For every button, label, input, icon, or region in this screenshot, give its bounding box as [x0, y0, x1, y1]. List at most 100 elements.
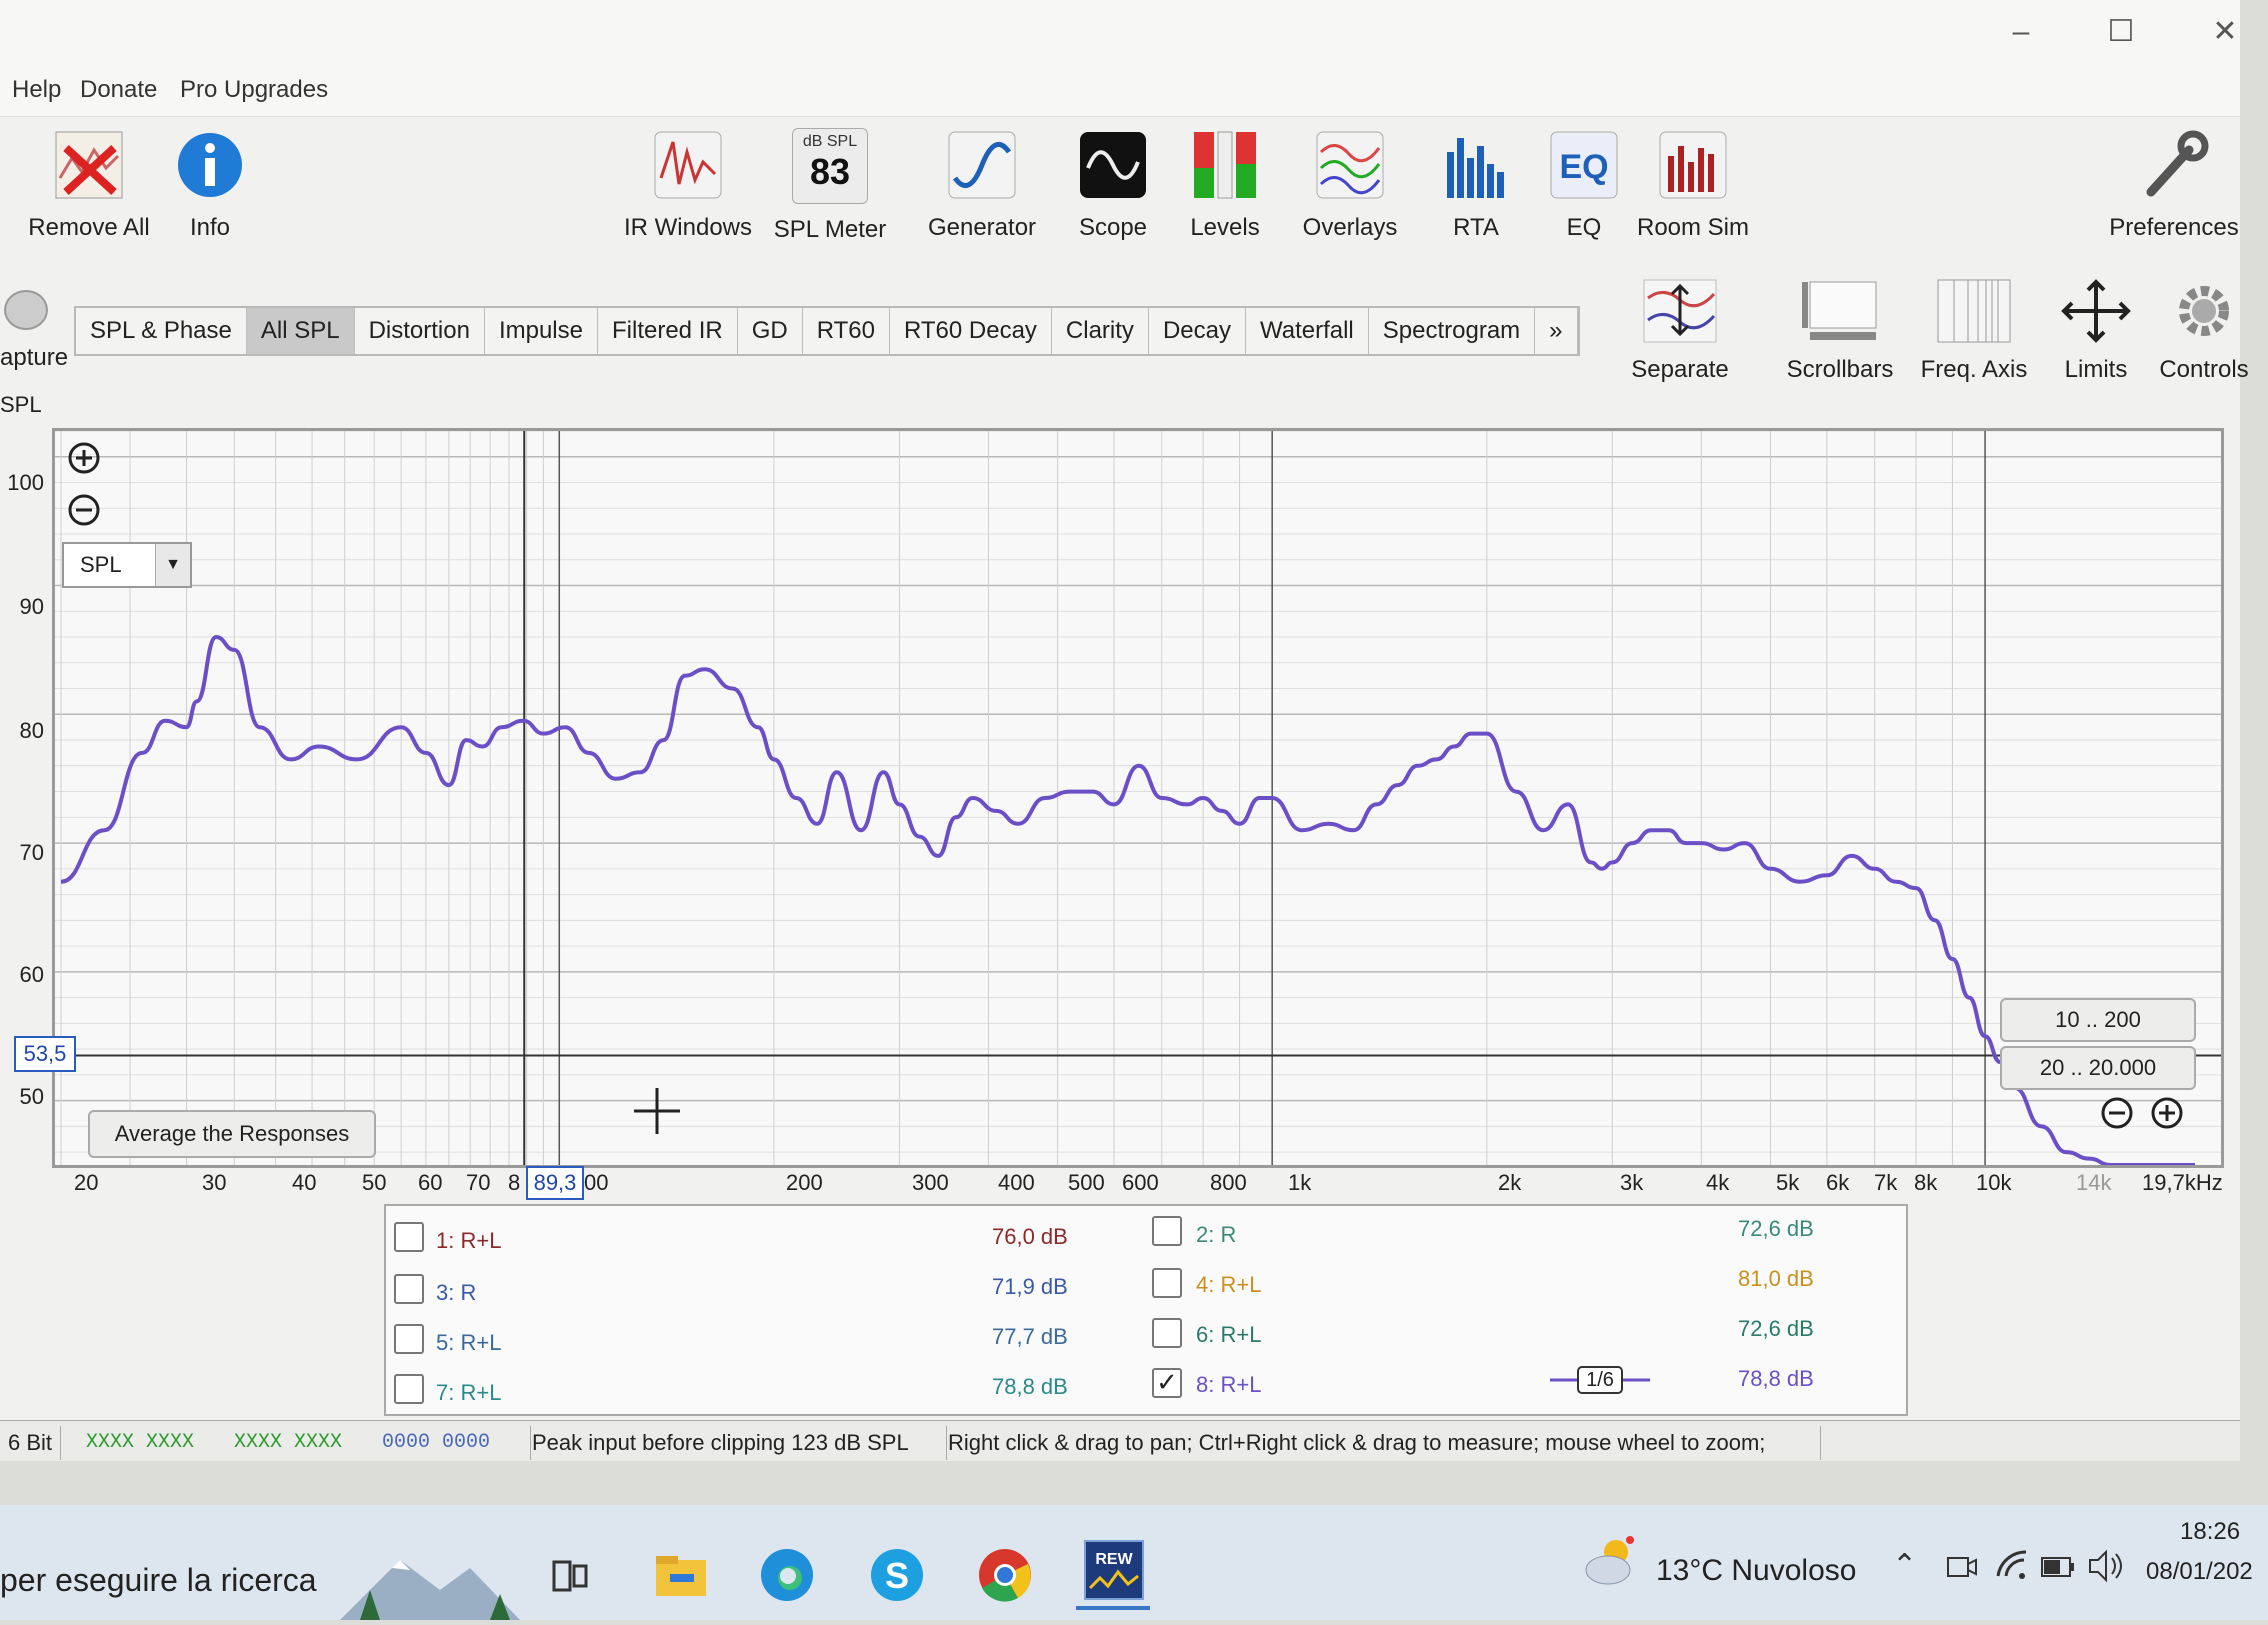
- weather-text[interactable]: 13°C Nuvoloso: [1656, 1554, 1856, 1588]
- measurement-3-name: 3: R: [436, 1280, 477, 1305]
- x-tick: 14k: [2076, 1170, 2112, 1195]
- controls-gear-icon: [2164, 276, 2244, 346]
- maximize-button[interactable]: ☐: [2096, 12, 2146, 52]
- zoom-out-icon[interactable]: [66, 492, 102, 533]
- menu-donate[interactable]: Donate: [80, 76, 157, 104]
- room-sim-icon: [1656, 128, 1730, 202]
- rew-taskbar-icon[interactable]: REW: [1084, 1540, 1144, 1600]
- measurement-3-value: 71,9 dB: [992, 1274, 1068, 1299]
- measurement-2-value: 72,6 dB: [1738, 1216, 1814, 1241]
- measurement-7-checkbox[interactable]: [394, 1374, 424, 1404]
- x-tick: 5k: [1776, 1170, 1800, 1195]
- scope-label: Scope: [1078, 214, 1148, 241]
- measurement-6-checkbox[interactable]: [1152, 1318, 1182, 1348]
- tab-spl-phase[interactable]: SPL & Phase: [76, 308, 247, 354]
- ir-windows-button[interactable]: IR Windows: [618, 128, 758, 242]
- minimize-button[interactable]: –: [1996, 12, 2046, 52]
- rta-button[interactable]: RTA: [1436, 128, 1516, 242]
- measurement-5-value: 77,7 dB: [992, 1324, 1068, 1349]
- menu-help[interactable]: Help: [12, 76, 61, 104]
- x-tick: 30: [202, 1170, 227, 1195]
- menu-pro-upgrades[interactable]: Pro Upgrades: [180, 76, 328, 104]
- measurement-5-name: 5: R+L: [436, 1330, 502, 1355]
- measurement-7-name: 7: R+L: [436, 1380, 502, 1405]
- x-tick: 50: [362, 1170, 387, 1195]
- chevron-up-icon[interactable]: ⌃: [1892, 1548, 1917, 1583]
- spl-graph-canvas[interactable]: [55, 430, 2221, 1167]
- measurement-1-value: 76,0 dB: [992, 1224, 1068, 1249]
- measurement-8-checkbox[interactable]: ✓: [1152, 1368, 1182, 1398]
- x-tick: 800: [1210, 1170, 1247, 1195]
- tab-waterfall[interactable]: Waterfall: [1245, 308, 1369, 354]
- measurement-4-checkbox[interactable]: [1152, 1268, 1182, 1298]
- tab-spectrogram[interactable]: Spectrogram: [1368, 308, 1536, 354]
- overlays-button[interactable]: Overlays: [1290, 128, 1410, 242]
- wifi-icon[interactable]: [1994, 1548, 2030, 1589]
- average-responses-button[interactable]: Average the Responses: [88, 1110, 376, 1158]
- y-axis-selector[interactable]: SPL ▼: [62, 542, 192, 588]
- task-view-icon[interactable]: [548, 1554, 592, 1603]
- remove-all-button[interactable]: Remove All: [24, 128, 154, 242]
- chrome-icon[interactable]: [976, 1546, 1034, 1609]
- edge-browser-icon[interactable]: [758, 1546, 816, 1609]
- range-10-200-button[interactable]: 10 .. 200: [2000, 998, 2196, 1042]
- spl-graph[interactable]: [52, 428, 2224, 1168]
- remove-all-icon: [52, 128, 126, 202]
- scrollbars-button[interactable]: Scrollbars: [1780, 276, 1900, 384]
- x-tick: 70: [466, 1170, 491, 1195]
- eq-button[interactable]: EQ EQ: [1544, 128, 1624, 242]
- room-sim-button[interactable]: Room Sim: [1636, 128, 1750, 242]
- tab-distortion[interactable]: Distortion: [354, 308, 485, 354]
- cursor-y-readout: 53,5: [14, 1036, 76, 1072]
- measurement-8-name: 8: R+L: [1196, 1372, 1262, 1397]
- tab-impulse[interactable]: Impulse: [484, 308, 598, 354]
- preferences-button[interactable]: Preferences: [2104, 128, 2244, 242]
- measurement-5-checkbox[interactable]: [394, 1324, 424, 1354]
- taskbar-search-text[interactable]: per eseguire la ricerca: [0, 1562, 317, 1599]
- tab-decay[interactable]: Decay: [1148, 308, 1246, 354]
- y-tick: 60: [19, 962, 44, 987]
- tab-more-chevron[interactable]: »: [1535, 308, 1578, 354]
- volume-icon[interactable]: [2086, 1548, 2126, 1589]
- levels-button[interactable]: Levels: [1180, 128, 1270, 242]
- freq-axis-label: Freq. Axis: [1920, 356, 2028, 383]
- graph-tabs: SPL & Phase All SPL Distortion Impulse F…: [74, 306, 1580, 356]
- x-zoom-in-icon[interactable]: [2150, 1096, 2184, 1135]
- generator-button[interactable]: Generator: [922, 128, 1042, 242]
- limits-button[interactable]: Limits: [2056, 276, 2136, 384]
- range-20-20000-button[interactable]: 20 .. 20.000: [2000, 1046, 2196, 1090]
- levels-icon: [1188, 128, 1262, 202]
- clock-time[interactable]: 18:26: [2180, 1518, 2240, 1546]
- input-meter-left: XXXX XXXX: [86, 1431, 195, 1454]
- smoothing-indicator[interactable]: 1/6: [1548, 1364, 1652, 1396]
- info-button[interactable]: Info: [170, 128, 250, 242]
- x-tick: 00: [584, 1170, 609, 1195]
- x-zoom-out-icon[interactable]: [2100, 1096, 2134, 1135]
- freq-axis-icon: [1934, 276, 2014, 346]
- controls-button[interactable]: Controls: [2156, 276, 2252, 384]
- file-explorer-icon[interactable]: [654, 1550, 708, 1605]
- y-tick: 70: [19, 840, 44, 865]
- battery-icon[interactable]: [2040, 1552, 2076, 1587]
- tab-filtered-ir[interactable]: Filtered IR: [598, 308, 738, 354]
- capture-icon[interactable]: [4, 290, 48, 330]
- x-tick: 8: [508, 1170, 521, 1195]
- skype-icon[interactable]: S: [868, 1546, 926, 1609]
- zoom-in-icon[interactable]: [66, 440, 102, 481]
- tab-all-spl[interactable]: All SPL: [246, 308, 355, 354]
- separate-button[interactable]: Separate: [1620, 276, 1740, 384]
- close-button[interactable]: ✕: [2200, 12, 2250, 52]
- measurement-2-checkbox[interactable]: [1152, 1216, 1182, 1246]
- meet-camera-icon[interactable]: [1944, 1550, 1978, 1589]
- tab-gd[interactable]: GD: [737, 308, 803, 354]
- tab-rt60-decay[interactable]: RT60 Decay: [889, 308, 1052, 354]
- measurement-1-checkbox[interactable]: [394, 1222, 424, 1252]
- clock-date[interactable]: 08/01/202: [2146, 1558, 2253, 1586]
- x-tick: 19,7kHz: [2142, 1170, 2223, 1195]
- freq-axis-button[interactable]: Freq. Axis: [1914, 276, 2034, 384]
- spl-meter-button[interactable]: dB SPL 83 SPL Meter: [770, 128, 890, 244]
- tab-rt60[interactable]: RT60: [802, 308, 890, 354]
- scope-button[interactable]: Scope: [1068, 128, 1158, 242]
- tab-clarity[interactable]: Clarity: [1051, 308, 1149, 354]
- measurement-3-checkbox[interactable]: [394, 1274, 424, 1304]
